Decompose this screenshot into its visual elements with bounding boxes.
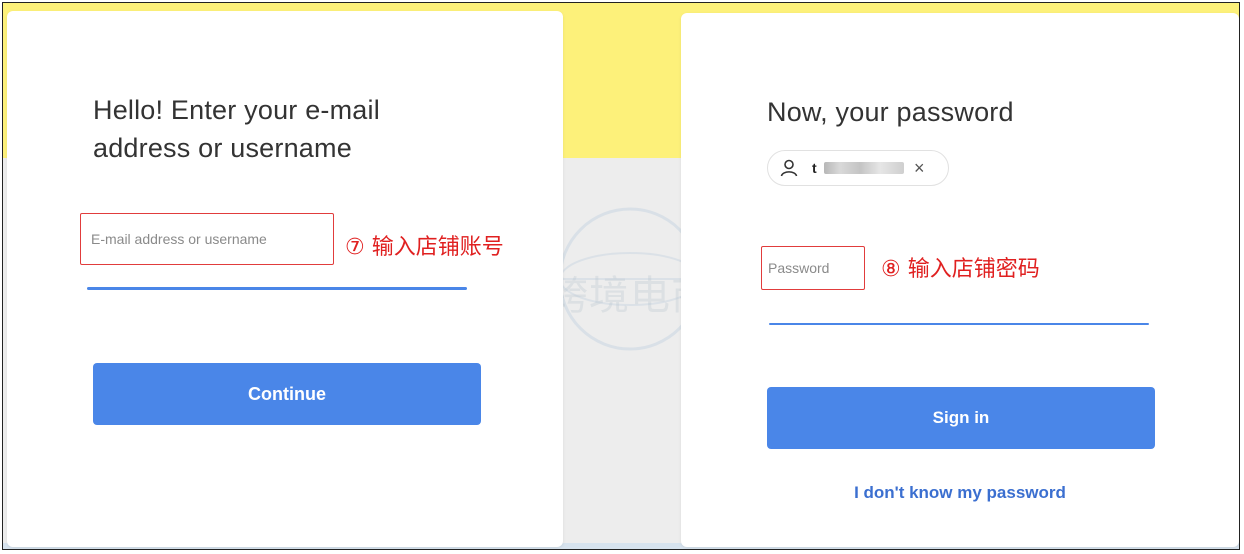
login-card-password: Now, your password t × ⑧ 输入店铺密码 Sign in …	[681, 13, 1239, 547]
login-card-username: Hello! Enter your e-mail address or user…	[7, 11, 563, 547]
page-title: Now, your password	[767, 97, 1014, 127]
annotation-enter-account: ⑦ 输入店铺账号	[345, 235, 504, 260]
screenshot-frame: 科灯跨境电商导航 Hello! Enter your e-mail addres…	[2, 2, 1240, 550]
forgot-password-link[interactable]: I don't know my password	[681, 483, 1239, 503]
annotation-enter-password: ⑧ 输入店铺密码	[881, 257, 1040, 282]
email-username-input[interactable]	[80, 213, 334, 265]
user-icon	[778, 157, 800, 179]
input-focus-underline	[87, 287, 467, 290]
sign-in-button[interactable]: Sign in	[767, 387, 1155, 449]
close-icon[interactable]: ×	[914, 159, 925, 177]
redacted-username	[824, 162, 904, 174]
password-input[interactable]	[761, 246, 865, 290]
input-focus-underline	[769, 323, 1149, 325]
page-title: Hello! Enter your e-mail address or user…	[93, 95, 380, 163]
continue-button[interactable]: Continue	[93, 363, 481, 425]
account-chip: t ×	[767, 150, 949, 186]
